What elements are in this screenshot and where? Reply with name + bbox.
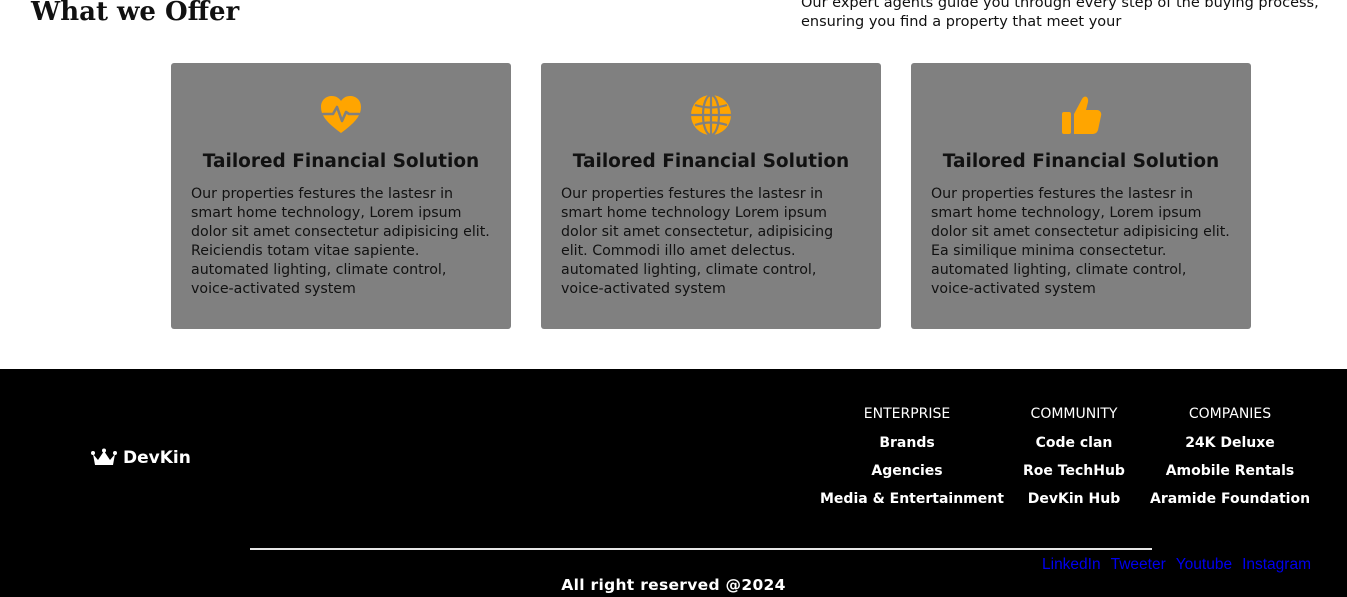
footer-column-companies: COMPANIES 24K Deluxe Amobile Rentals Ara… [1150, 405, 1310, 518]
section-intro: Our expert agents guide you through ever… [801, 0, 1319, 30]
card-title: Tailored Financial Solution [572, 151, 850, 172]
card-text: Our properties festures the lastesr in s… [561, 186, 834, 297]
card-text: Our properties festures the lastesr in s… [931, 186, 1230, 297]
footer-link[interactable]: DevKin Hub [1010, 490, 1138, 508]
page: What we Offer Our expert agents guide yo… [0, 0, 1347, 597]
footer-link[interactable]: Media & Entertainment [820, 490, 1004, 508]
footer-column-community: COMMUNITY Code clan Roe TechHub DevKin H… [1010, 405, 1138, 518]
footer-link[interactable]: Agencies [820, 462, 994, 480]
footer-heading: COMMUNITY [1030, 406, 1118, 422]
social-link-tweeter[interactable]: Tweeter [1111, 556, 1166, 574]
social-link-instagram[interactable]: Instagram [1242, 556, 1311, 574]
offer-card: Tailored Financial Solution Our properti… [541, 63, 881, 329]
social-link-youtube[interactable]: Youtube [1176, 556, 1232, 574]
footer-heading: COMPANIES [1188, 406, 1272, 422]
footer-column-enterprise: ENTERPRISE Brands Agencies Media & Enter… [820, 405, 1004, 518]
footer-heading: ENTERPRISE [863, 406, 951, 422]
social-link-linkedin[interactable]: LinkedIn [1042, 556, 1101, 574]
footer-link[interactable]: Roe TechHub [1010, 462, 1138, 480]
brand-logo[interactable]: DevKin [91, 448, 191, 468]
footer-link[interactable]: Code clan [1010, 434, 1138, 452]
crown-icon [91, 448, 117, 465]
heart-pulse-icon [321, 96, 361, 133]
footer: DevKin ENTERPRISE Brands Agencies Media … [0, 369, 1347, 597]
offer-card: Tailored Financial Solution Our properti… [171, 63, 511, 329]
copyright-text: All right reserved @2024 [561, 576, 786, 594]
card-text: Our properties festures the lastesr in s… [191, 186, 490, 297]
social-links: LinkedIn Tweeter Youtube Instagram [1042, 556, 1311, 574]
globe-icon [691, 93, 731, 137]
offer-card: Tailored Financial Solution Our properti… [911, 63, 1251, 329]
thumbs-up-icon [1062, 96, 1102, 134]
footer-link[interactable]: Brands [820, 434, 994, 452]
brand-name: DevKin [123, 448, 191, 468]
card-title: Tailored Financial Solution [942, 151, 1220, 172]
footer-divider [250, 548, 1152, 550]
footer-link[interactable]: Amobile Rentals [1150, 462, 1310, 480]
footer-link[interactable]: Aramide Foundation [1150, 490, 1310, 508]
section-title: What we Offer [31, 0, 240, 27]
card-title: Tailored Financial Solution [202, 151, 480, 172]
footer-link[interactable]: 24K Deluxe [1150, 434, 1310, 452]
